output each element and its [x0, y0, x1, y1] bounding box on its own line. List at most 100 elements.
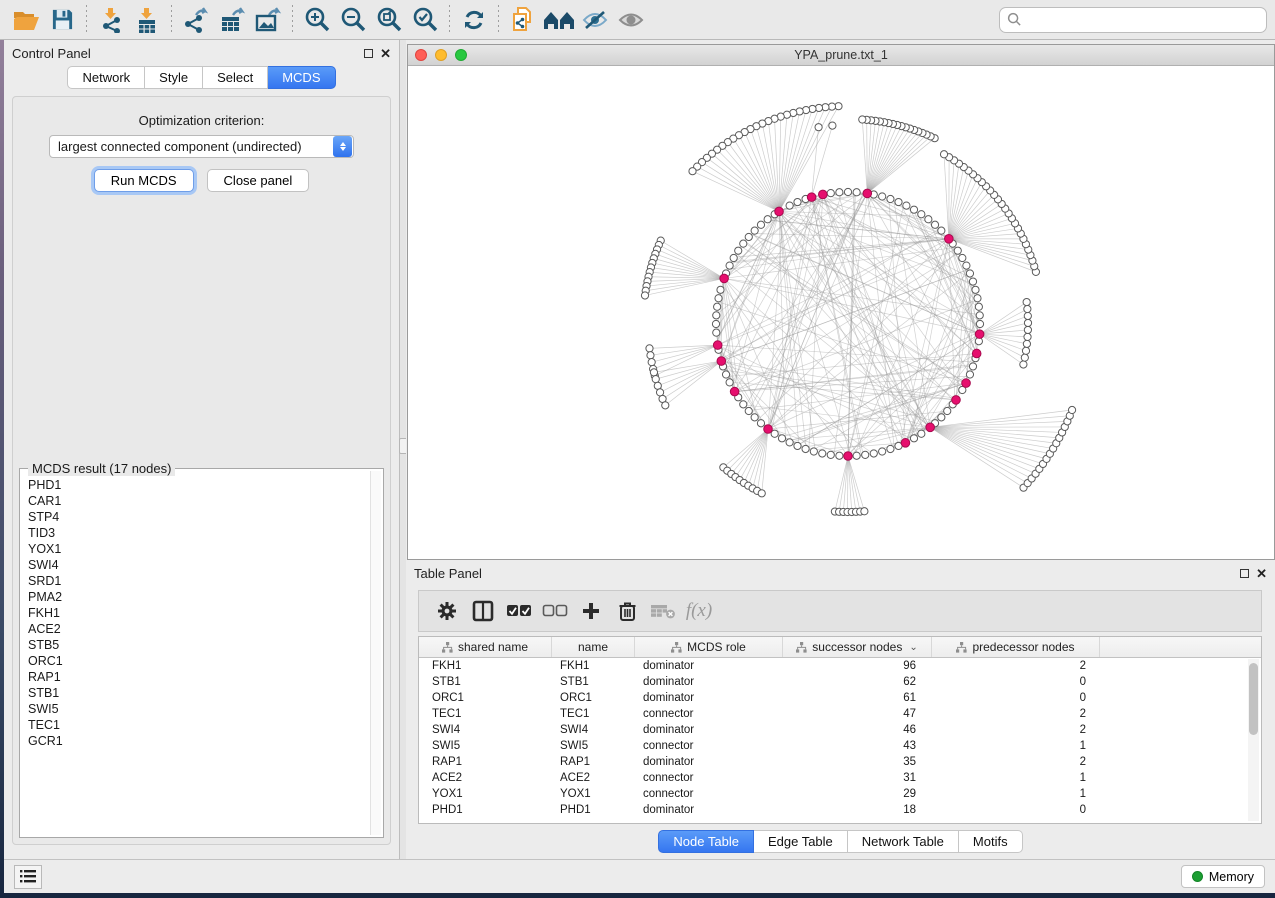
table-cell[interactable]: SWI5 [552, 740, 635, 752]
tab-motifs[interactable]: Motifs [959, 830, 1023, 853]
tab-edge-table[interactable]: Edge Table [754, 830, 848, 853]
tab-style[interactable]: Style [145, 66, 203, 89]
table-cell[interactable]: 2 [932, 660, 1100, 672]
import-table-button[interactable] [129, 3, 165, 37]
mcds-list-scrollbar[interactable] [370, 471, 381, 835]
table-cell[interactable]: PHD1 [552, 804, 635, 816]
show-eye-button[interactable] [613, 3, 649, 37]
copy-share-button[interactable] [505, 3, 541, 37]
table-cell[interactable]: 0 [932, 804, 1100, 816]
table-row[interactable]: TEC1TEC1connector472 [419, 706, 1261, 722]
table-cell[interactable]: SWI4 [552, 724, 635, 736]
tab-mcds[interactable]: MCDS [268, 66, 335, 89]
mcds-node-item[interactable]: TID3 [24, 525, 369, 541]
table-scrollbar[interactable] [1248, 659, 1259, 821]
table-cell[interactable]: FKH1 [419, 660, 552, 672]
table-cell[interactable]: 1 [932, 740, 1100, 752]
export-image-button[interactable] [250, 3, 286, 37]
table-cell[interactable]: connector [635, 740, 783, 752]
mcds-node-item[interactable]: ORC1 [24, 653, 369, 669]
close-panel-icon[interactable]: ✕ [380, 47, 391, 60]
table-cell[interactable]: 2 [932, 724, 1100, 736]
tab-select[interactable]: Select [203, 66, 268, 89]
table-cell[interactable]: 47 [783, 708, 932, 720]
table-row[interactable]: SWI4SWI4dominator462 [419, 722, 1261, 738]
table-cell[interactable]: 1 [932, 788, 1100, 800]
table-cell[interactable]: connector [635, 708, 783, 720]
delete-table-button[interactable] [647, 595, 679, 627]
table-cell[interactable]: 2 [932, 708, 1100, 720]
add-column-button[interactable] [575, 595, 607, 627]
table-row[interactable]: YOX1YOX1connector291 [419, 786, 1261, 802]
table-cell[interactable]: connector [635, 772, 783, 784]
settings-button[interactable] [431, 595, 463, 627]
close-panel-button[interactable]: Close panel [207, 169, 310, 192]
export-table-button[interactable] [214, 3, 250, 37]
table-row[interactable]: ORC1ORC1dominator610 [419, 690, 1261, 706]
float-panel-icon[interactable] [1240, 569, 1249, 578]
table-row[interactable]: RAP1RAP1dominator352 [419, 754, 1261, 770]
mcds-node-item[interactable]: ACE2 [24, 621, 369, 637]
table-cell[interactable]: 61 [783, 692, 932, 704]
mcds-node-item[interactable]: SRD1 [24, 573, 369, 589]
table-cell[interactable]: dominator [635, 756, 783, 768]
mcds-node-item[interactable]: FKH1 [24, 605, 369, 621]
table-cell[interactable]: ORC1 [552, 692, 635, 704]
export-network-button[interactable] [178, 3, 214, 37]
table-cell[interactable]: dominator [635, 804, 783, 816]
houses-button[interactable] [541, 3, 577, 37]
import-network-button[interactable] [93, 3, 129, 37]
mcds-node-item[interactable]: RAP1 [24, 669, 369, 685]
table-cell[interactable]: 18 [783, 804, 932, 816]
mcds-node-item[interactable]: STB1 [24, 685, 369, 701]
table-cell[interactable]: YOX1 [552, 788, 635, 800]
mcds-result-list[interactable]: PHD1CAR1STP4TID3YOX1SWI4SRD1PMA2FKH1ACE2… [24, 477, 369, 835]
table-cell[interactable]: dominator [635, 676, 783, 688]
column-header-MCDS-role[interactable]: MCDS role [635, 637, 783, 657]
mcds-node-item[interactable]: PHD1 [24, 477, 369, 493]
table-cell[interactable]: 31 [783, 772, 932, 784]
select-all-button[interactable] [503, 595, 535, 627]
table-cell[interactable]: STB1 [552, 676, 635, 688]
table-cell[interactable]: RAP1 [419, 756, 552, 768]
refresh-button[interactable] [456, 3, 492, 37]
mcds-node-item[interactable]: SWI5 [24, 701, 369, 717]
zoom-selected-button[interactable] [407, 3, 443, 37]
automation-panel-button[interactable] [14, 865, 42, 889]
table-cell[interactable]: SWI4 [419, 724, 552, 736]
mcds-node-item[interactable]: STP4 [24, 509, 369, 525]
table-row[interactable]: SWI5SWI5connector431 [419, 738, 1261, 754]
mcds-node-item[interactable]: PMA2 [24, 589, 369, 605]
table-cell[interactable]: 0 [932, 676, 1100, 688]
memory-button[interactable]: Memory [1181, 865, 1265, 888]
table-cell[interactable]: 62 [783, 676, 932, 688]
table-cell[interactable]: 43 [783, 740, 932, 752]
table-scrollbar-thumb[interactable] [1249, 663, 1258, 735]
column-header-predecessor-nodes[interactable]: predecessor nodes [932, 637, 1100, 657]
table-cell[interactable]: SWI5 [419, 740, 552, 752]
table-cell[interactable]: ACE2 [552, 772, 635, 784]
table-cell[interactable]: PHD1 [419, 804, 552, 816]
function-builder-button[interactable]: f(x) [683, 595, 715, 627]
table-cell[interactable]: 46 [783, 724, 932, 736]
criterion-select[interactable]: largest connected component (undirected) [49, 135, 354, 158]
mcds-node-item[interactable]: SWI4 [24, 557, 369, 573]
close-panel-icon[interactable]: ✕ [1256, 567, 1267, 580]
open-file-button[interactable] [8, 3, 44, 37]
table-cell[interactable]: 0 [932, 692, 1100, 704]
show-columns-button[interactable] [467, 595, 499, 627]
zoom-fit-button[interactable] [371, 3, 407, 37]
hide-eye-button[interactable] [577, 3, 613, 37]
table-cell[interactable]: ACE2 [419, 772, 552, 784]
table-cell[interactable]: dominator [635, 660, 783, 672]
mcds-node-item[interactable]: YOX1 [24, 541, 369, 557]
zoom-in-button[interactable] [299, 3, 335, 37]
delete-column-button[interactable] [611, 595, 643, 627]
unselect-all-button[interactable] [539, 595, 571, 627]
table-cell[interactable]: TEC1 [552, 708, 635, 720]
column-header-successor-nodes[interactable]: successor nodes⌄ [783, 637, 932, 657]
save-button[interactable] [44, 3, 80, 37]
table-cell[interactable]: RAP1 [552, 756, 635, 768]
table-row[interactable]: FKH1FKH1dominator962 [419, 658, 1261, 674]
table-row[interactable]: STB1STB1dominator620 [419, 674, 1261, 690]
